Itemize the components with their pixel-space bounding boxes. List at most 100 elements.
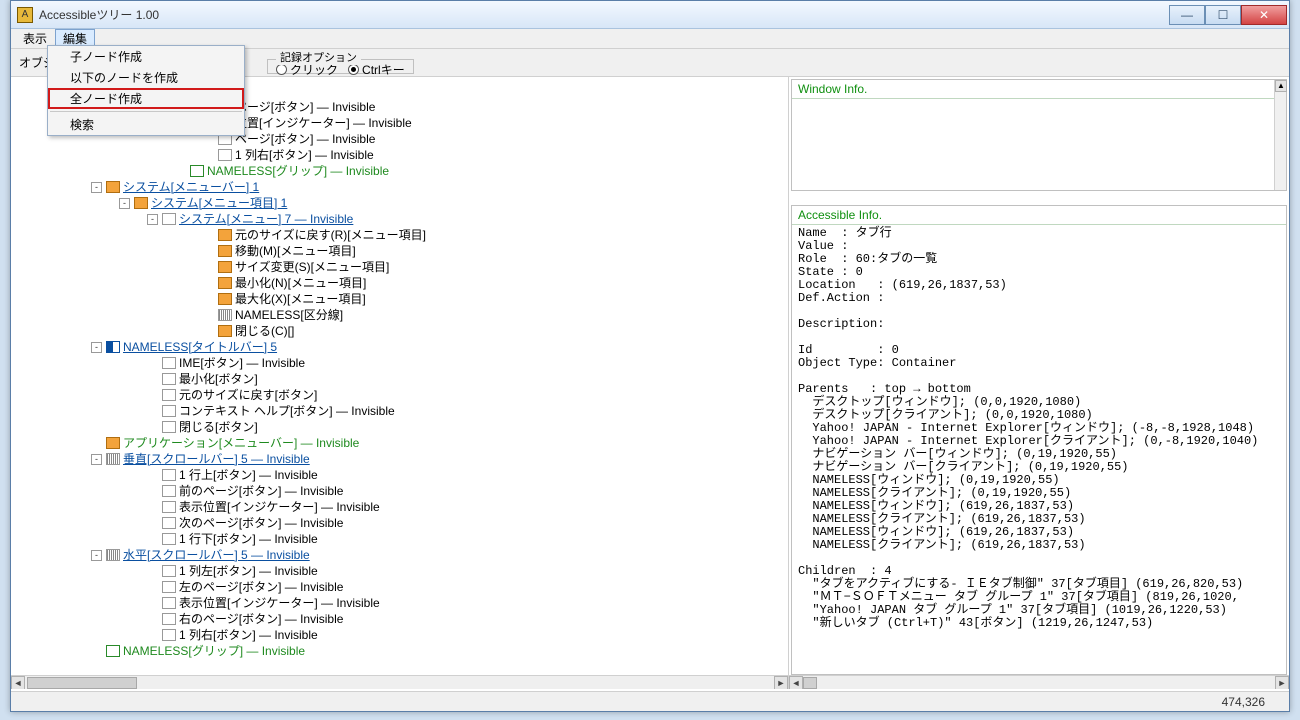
radio-ctrl-label: Ctrlキー bbox=[362, 61, 405, 78]
tree-row[interactable]: IME[ボタン] — Invisible bbox=[21, 355, 788, 371]
tree-row[interactable]: 1 列右[ボタン] — Invisible bbox=[21, 627, 788, 643]
winfo-vscrollbar[interactable]: ▲ bbox=[1274, 80, 1286, 190]
tree-row[interactable]: - 水平[スクロールバー] 5 — Invisible bbox=[21, 547, 788, 563]
menu-create-all[interactable]: 全ノード作成 bbox=[48, 88, 244, 109]
window-title: Accessibleツリー 1.00 bbox=[39, 6, 1169, 23]
tree-node-label: ページ[ボタン] — Invisible bbox=[235, 131, 375, 147]
tree-row[interactable]: -システム[メニュー] 7 — Invisible bbox=[21, 211, 788, 227]
radio-dot-selected-icon bbox=[348, 64, 359, 75]
tree-node-label: 表示位置[インジケーター] — Invisible bbox=[179, 499, 380, 515]
node-type-icon bbox=[106, 341, 120, 353]
node-type-icon bbox=[162, 485, 176, 497]
node-type-icon bbox=[134, 197, 148, 209]
expander-icon[interactable]: - bbox=[91, 182, 102, 193]
expander-icon[interactable]: - bbox=[91, 550, 102, 561]
expander-icon[interactable]: - bbox=[91, 454, 102, 465]
tree-node-label: システム[メニュー項目] 1 bbox=[151, 195, 287, 211]
tree-row[interactable]: 右のページ[ボタン] — Invisible bbox=[21, 611, 788, 627]
tree-row[interactable]: 移動(M)[メニュー項目] bbox=[21, 243, 788, 259]
accessible-info-header: Accessible Info. bbox=[792, 206, 1286, 225]
tree-row[interactable]: 最小化(N)[メニュー項目] bbox=[21, 275, 788, 291]
scroll-track[interactable] bbox=[803, 676, 1275, 690]
expander-icon[interactable]: - bbox=[147, 214, 158, 225]
tree-node-label: 最小化(N)[メニュー項目] bbox=[235, 275, 366, 291]
tree-row[interactable]: - システム[メニュー項目] 1 bbox=[21, 195, 788, 211]
accessibility-tree[interactable]: ページ[ボタン] — Invisible位置[インジケーター] — Invisi… bbox=[21, 99, 788, 675]
tree-row[interactable]: 1 行上[ボタン] — Invisible bbox=[21, 467, 788, 483]
radio-dot-icon bbox=[276, 64, 287, 75]
maximize-button[interactable]: ☐ bbox=[1205, 5, 1241, 25]
node-type-icon bbox=[218, 277, 232, 289]
scroll-right-icon[interactable]: ► bbox=[774, 676, 788, 690]
tree-row[interactable]: 元のサイズに戻す[ボタン] bbox=[21, 387, 788, 403]
tree-row[interactable]: 最大化(X)[メニュー項目] bbox=[21, 291, 788, 307]
tree-node-label: 次のページ[ボタン] — Invisible bbox=[179, 515, 343, 531]
node-type-icon bbox=[162, 533, 176, 545]
scroll-left-icon[interactable]: ◄ bbox=[789, 676, 803, 690]
tree-node-label: 閉じる[ボタン] bbox=[179, 419, 258, 435]
tree-hscrollbar[interactable]: ◄ ► bbox=[11, 675, 788, 689]
tree-row[interactable]: NAMELESS[区分線] bbox=[21, 307, 788, 323]
tree-node-label: 1 列右[ボタン] — Invisible bbox=[235, 147, 374, 163]
tree-row[interactable]: - システム[メニューバー] 1 bbox=[21, 179, 788, 195]
tree-node-label: 元のサイズに戻す[ボタン] bbox=[179, 387, 317, 403]
tree-row[interactable]: 次のページ[ボタン] — Invisible bbox=[21, 515, 788, 531]
menu-create-below[interactable]: 以下のノードを作成 bbox=[48, 67, 244, 88]
tree-node-label: NAMELESS[グリップ] — Invisible bbox=[207, 163, 389, 179]
tree-row[interactable]: 1 列左[ボタン] — Invisible bbox=[21, 563, 788, 579]
tree-node-label: システム[メニューバー] 1 bbox=[123, 179, 259, 195]
tree-row[interactable]: - 垂直[スクロールバー] 5 — Invisible bbox=[21, 451, 788, 467]
menu-create-child[interactable]: 子ノード作成 bbox=[48, 46, 244, 67]
tree-node-label: ページ[ボタン] — Invisible bbox=[235, 99, 375, 115]
scroll-track[interactable] bbox=[25, 676, 774, 690]
node-type-icon bbox=[162, 629, 176, 641]
tree-row[interactable]: コンテキスト ヘルプ[ボタン] — Invisible bbox=[21, 403, 788, 419]
window-buttons: — ☐ ✕ bbox=[1169, 5, 1287, 25]
status-coords: 474,326 bbox=[1222, 695, 1265, 709]
tree-node-label: 垂直[スクロールバー] 5 — Invisible bbox=[123, 451, 310, 467]
tree-row[interactable]: - NAMELESS[タイトルバー] 5 bbox=[21, 339, 788, 355]
tree-row[interactable]: 1 列右[ボタン] — Invisible bbox=[21, 147, 788, 163]
node-type-icon bbox=[162, 405, 176, 417]
minimize-button[interactable]: — bbox=[1169, 5, 1205, 25]
node-type-icon bbox=[162, 469, 176, 481]
tree-row[interactable]: サイズ変更(S)[メニュー項目] bbox=[21, 259, 788, 275]
expander-icon[interactable]: - bbox=[91, 342, 102, 353]
tree-node-label: 1 列左[ボタン] — Invisible bbox=[179, 563, 318, 579]
tree-node-label: 1 列右[ボタン] — Invisible bbox=[179, 627, 318, 643]
scroll-up-icon[interactable]: ▲ bbox=[1275, 80, 1287, 92]
menu-search[interactable]: 検索 bbox=[48, 114, 244, 135]
node-type-icon bbox=[218, 261, 232, 273]
tree-node-label: 移動(M)[メニュー項目] bbox=[235, 243, 356, 259]
app-window: A Accessibleツリー 1.00 — ☐ ✕ 表示 編集 オブジ 記録オ… bbox=[10, 0, 1290, 712]
tree-node-label: 元のサイズに戻す(R)[メニュー項目] bbox=[235, 227, 426, 243]
tree-row[interactable]: アプリケーション[メニューバー] — Invisible bbox=[21, 435, 788, 451]
tree-row[interactable]: 前のページ[ボタン] — Invisible bbox=[21, 483, 788, 499]
tree-row[interactable]: NAMELESS[グリップ] — Invisible bbox=[21, 643, 788, 659]
tree-node-label: NAMELESS[タイトルバー] 5 bbox=[123, 339, 277, 355]
expander-icon[interactable]: - bbox=[119, 198, 130, 209]
tree-node-label: NAMELESS[グリップ] — Invisible bbox=[123, 643, 305, 659]
node-type-icon bbox=[162, 565, 176, 577]
tree-row[interactable]: 表示位置[インジケーター] — Invisible bbox=[21, 595, 788, 611]
tree-node-label: アプリケーション[メニューバー] — Invisible bbox=[123, 435, 359, 451]
info-hscrollbar[interactable]: ◄ ► bbox=[789, 675, 1289, 689]
scroll-thumb[interactable] bbox=[27, 677, 137, 689]
close-button[interactable]: ✕ bbox=[1241, 5, 1287, 25]
tree-row[interactable]: 1 行下[ボタン] — Invisible bbox=[21, 531, 788, 547]
tree-row[interactable]: 閉じる(C)[] bbox=[21, 323, 788, 339]
tree-node-label: 水平[スクロールバー] 5 — Invisible bbox=[123, 547, 310, 563]
scroll-right-icon[interactable]: ► bbox=[1275, 676, 1289, 690]
scroll-left-icon[interactable]: ◄ bbox=[11, 676, 25, 690]
tree-row[interactable]: 最小化[ボタン] bbox=[21, 371, 788, 387]
node-type-icon bbox=[162, 517, 176, 529]
tree-row[interactable]: 閉じる[ボタン] bbox=[21, 419, 788, 435]
tree-row[interactable]: NAMELESS[グリップ] — Invisible bbox=[21, 163, 788, 179]
node-type-icon bbox=[218, 229, 232, 241]
tree-row[interactable]: 表示位置[インジケーター] — Invisible bbox=[21, 499, 788, 515]
accessible-info-text: Name : タブ行 Value : Role : 60:タブの一覧 State… bbox=[792, 225, 1286, 632]
record-option-group: 記録オプション クリック Ctrlキー bbox=[267, 51, 414, 74]
tree-row[interactable]: 元のサイズに戻す(R)[メニュー項目] bbox=[21, 227, 788, 243]
scroll-thumb[interactable] bbox=[803, 677, 817, 689]
tree-row[interactable]: 左のページ[ボタン] — Invisible bbox=[21, 579, 788, 595]
